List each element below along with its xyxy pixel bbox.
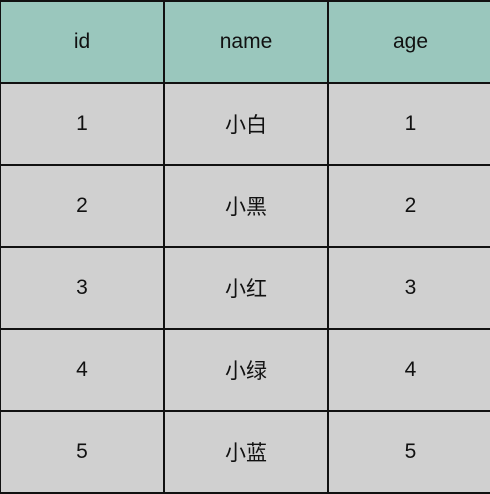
data-table: id name age 1 小白 1 2 小黑 2 3 小红 3 4 小绿 4 … [0, 0, 490, 494]
header-cell-id: id [0, 0, 165, 84]
cell-name: 小绿 [163, 328, 329, 412]
table-row: 1 小白 1 [0, 82, 490, 166]
table-row: 4 小绿 4 [0, 328, 490, 412]
cell-name: 小白 [163, 82, 329, 166]
table-row: 2 小黑 2 [0, 164, 490, 248]
cell-id: 3 [0, 246, 165, 330]
cell-age: 4 [327, 328, 490, 412]
header-cell-name: name [163, 0, 329, 84]
table-header-row: id name age [0, 0, 490, 84]
header-cell-age: age [327, 0, 490, 84]
cell-id: 5 [0, 410, 165, 494]
cell-id: 4 [0, 328, 165, 412]
table-row: 5 小蓝 5 [0, 410, 490, 494]
cell-age: 2 [327, 164, 490, 248]
cell-name: 小黑 [163, 164, 329, 248]
table-row: 3 小红 3 [0, 246, 490, 330]
cell-age: 5 [327, 410, 490, 494]
cell-id: 2 [0, 164, 165, 248]
cell-id: 1 [0, 82, 165, 166]
cell-age: 3 [327, 246, 490, 330]
cell-age: 1 [327, 82, 490, 166]
cell-name: 小蓝 [163, 410, 329, 494]
cell-name: 小红 [163, 246, 329, 330]
